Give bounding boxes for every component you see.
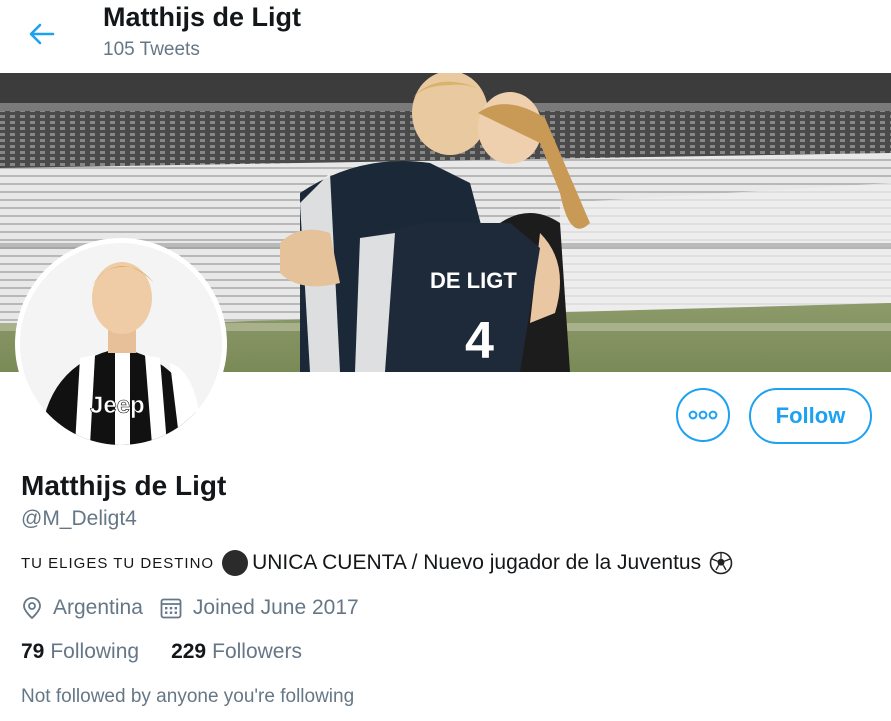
joined-text: Joined June 2017 (192, 596, 359, 619)
tweet-count: 105 Tweets (103, 39, 200, 60)
calendar-icon (160, 598, 182, 619)
profile-meta: Argentina Joined June 2017 (21, 596, 375, 620)
profile-stats: 79 Following 229 Followers (21, 640, 334, 664)
more-options-button[interactable] (676, 388, 730, 442)
join-date: Joined June 2017 (159, 596, 359, 620)
following-label: Following (50, 640, 140, 663)
followers-link[interactable]: 229 Followers (171, 640, 302, 664)
profile-handle: @M_Deligt4 (21, 507, 137, 530)
profile-header: Matthijs de Ligt 105 Tweets (0, 0, 891, 73)
follow-button[interactable]: Follow (749, 388, 872, 444)
profile-name: Matthijs de Ligt (21, 470, 227, 501)
arrow-left-icon (29, 23, 55, 45)
bio-tagline: TU ELIGES TU DESTINO (21, 554, 215, 572)
avatar[interactable]: Jeep (15, 238, 227, 450)
following-count: 79 (21, 640, 45, 663)
followers-count: 229 (171, 640, 207, 663)
location: Argentina (21, 596, 143, 620)
more-dots-icon (688, 410, 718, 420)
avatar-shirt-sponsor: Jeep (90, 392, 145, 419)
followers-label: Followers (212, 640, 302, 663)
location-text: Argentina (53, 596, 143, 619)
bio-text: UNICA CUENTA / Nuevo jugador de la Juven… (252, 551, 702, 574)
not-followed-notice: Not followed by anyone you're following (21, 686, 355, 707)
black-circle-icon (222, 550, 249, 576)
svg-text:4: 4 (465, 312, 494, 370)
jersey-name-text: DE LIGT (430, 268, 517, 293)
profile-bio: TU ELIGES TU DESTINO UNICA CUENTA / Nuev… (21, 550, 733, 576)
location-pin-icon (23, 597, 41, 620)
soccer-ball-icon (709, 551, 733, 575)
following-link[interactable]: 79 Following (21, 640, 139, 664)
avatar-image: Jeep (20, 243, 222, 445)
back-button[interactable] (22, 14, 62, 54)
header-title: Matthijs de Ligt (103, 2, 301, 32)
